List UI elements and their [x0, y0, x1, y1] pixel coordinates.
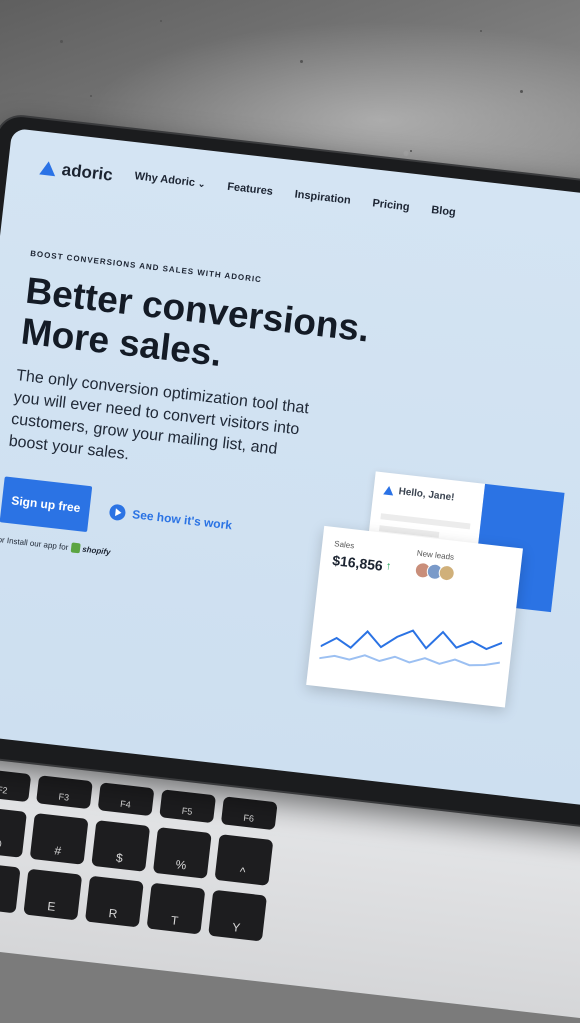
- key: @: [0, 805, 27, 858]
- nav-item-label: Pricing: [371, 197, 411, 214]
- arrow-up-icon: ↑: [385, 560, 392, 573]
- key: W: [0, 861, 21, 914]
- nav-item-pricing[interactable]: Pricing: [372, 197, 410, 213]
- sign-up-button[interactable]: Sign up free: [0, 476, 93, 533]
- nav-item-features[interactable]: Features: [227, 181, 274, 198]
- lead-avatars: [414, 561, 456, 582]
- sales-card: Sales $16,856 ↑ New leads: [306, 525, 523, 708]
- sales-value: $16,856 ↑: [332, 552, 393, 575]
- nav-links: Why Adoric ⌄ Features Inspiration Pricin…: [134, 170, 456, 218]
- nav-item-label: Why Adoric: [133, 170, 196, 190]
- sales-amount: $16,856: [331, 552, 384, 574]
- nav-item-blog[interactable]: Blog: [431, 204, 457, 219]
- key: R: [84, 875, 144, 928]
- avatar: [437, 564, 456, 582]
- nav-item-label: Blog: [430, 204, 457, 219]
- laptop-bezel: adoric Why Adoric ⌄ Features Inspiration…: [0, 114, 580, 830]
- key: Y: [208, 889, 268, 942]
- logo-icon: [383, 485, 395, 496]
- key: ^: [214, 834, 274, 886]
- key: E: [23, 868, 83, 921]
- key: $: [91, 820, 151, 872]
- logo-icon: [39, 160, 57, 177]
- laptop-screen: adoric Why Adoric ⌄ Features Inspiration…: [0, 128, 580, 810]
- greeting: Hello, Jane!: [372, 471, 485, 518]
- hero-subtext: The only conversion optimization tool th…: [7, 367, 310, 464]
- play-icon: [108, 503, 127, 522]
- shopify-bag-icon: [70, 542, 81, 554]
- key: T: [146, 882, 206, 935]
- greeting-text: Hello, Jane!: [397, 486, 456, 504]
- logo-text: adoric: [60, 159, 114, 185]
- sales-stat: Sales $16,856 ↑: [332, 539, 394, 575]
- leads-label: New leads: [416, 548, 455, 562]
- top-nav: adoric Why Adoric ⌄ Features Inspiration…: [38, 157, 580, 261]
- key: %: [152, 827, 212, 879]
- nav-item-why-adoric[interactable]: Why Adoric ⌄: [134, 170, 206, 190]
- laptop: F1 F2 F3 F4 F5 F6 ! @ # $ % ^ Q W E R T: [0, 110, 580, 1023]
- key: F5: [159, 789, 217, 824]
- nav-item-label: Features: [226, 180, 274, 198]
- comparison-series-line: [319, 654, 501, 667]
- nav-item-inspiration[interactable]: Inspiration: [294, 188, 351, 206]
- see-how-link[interactable]: See how it's work: [108, 503, 233, 534]
- stat-row: Sales $16,856 ↑ New leads: [332, 539, 510, 588]
- key: F3: [36, 775, 93, 810]
- see-how-label: See how it's work: [131, 507, 233, 533]
- key: F2: [0, 768, 32, 803]
- leads-stat: New leads: [414, 548, 456, 582]
- sales-line-chart: [319, 629, 503, 667]
- key: F4: [97, 782, 155, 817]
- shopify-link[interactable]: shopify: [70, 542, 112, 557]
- brand-logo[interactable]: adoric: [39, 157, 114, 185]
- shopify-label: shopify: [81, 544, 112, 557]
- chevron-down-icon: ⌄: [197, 177, 207, 189]
- key: #: [29, 812, 89, 865]
- nav-item-label: Inspiration: [294, 188, 352, 207]
- key: F6: [220, 796, 278, 831]
- install-text: or Install our app for: [0, 534, 69, 552]
